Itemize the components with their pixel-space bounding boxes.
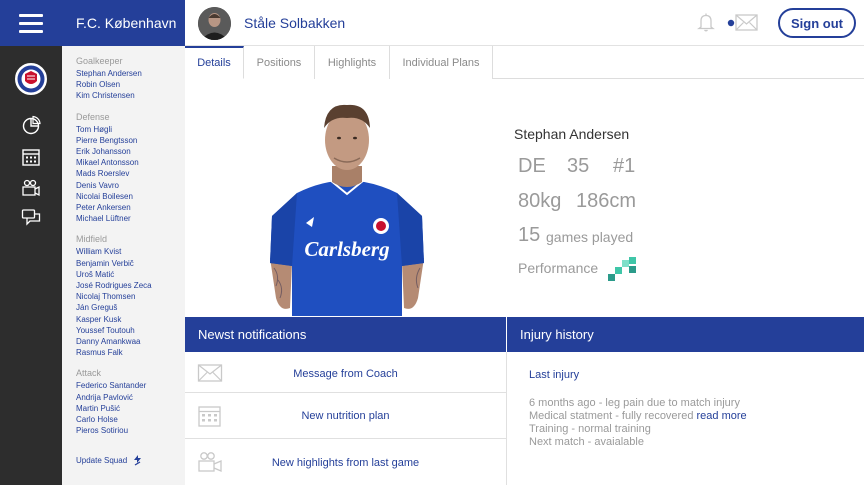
squad-group: Attack Federico Santander Andrija Pavlović…	[62, 368, 185, 436]
squad-group-title: Goalkeeper	[76, 56, 123, 66]
squad-player-link[interactable]: Andrija Pavlović	[76, 392, 185, 403]
squad-group-title: Defense	[76, 111, 110, 122]
squad-player-link[interactable]: Uroš Matić	[76, 269, 185, 280]
chat-bubbles-icon[interactable]	[21, 207, 41, 227]
mail-envelope-icon[interactable]	[727, 13, 759, 33]
squad-player-link[interactable]: Nicolaj Thomsen	[76, 291, 185, 302]
squad-player-link[interactable]: Kim Christensen	[76, 90, 185, 101]
update-squad-label: Update Squad	[76, 455, 128, 465]
performance-trend-icon[interactable]	[607, 256, 637, 284]
squad-player-link[interactable]: Ján Greguš	[76, 302, 185, 313]
refresh-arrows-icon	[134, 455, 142, 466]
club-crest-logo[interactable]	[15, 63, 47, 95]
squad-player-link[interactable]: Tom Høgli	[76, 124, 185, 135]
last-injury-title: Last injury	[529, 369, 580, 381]
notification-item[interactable]: Message from Coach	[185, 352, 506, 393]
notification-text: New nutrition plan	[301, 410, 390, 422]
app: F.C. København Goalkeeper Stephan Anderse…	[0, 0, 864, 485]
pie-chart-icon[interactable]	[21, 115, 41, 135]
squad-player-link[interactable]: Robin Olsen	[76, 79, 185, 90]
player-age: 35	[567, 155, 590, 177]
injury-history-header: Injury history	[507, 317, 864, 352]
team-name: F.C. København	[62, 0, 185, 46]
injury-history-body: Last injury 6 months ago - leg pain due …	[529, 369, 849, 449]
squad-player-link[interactable]: Carlo Holse	[76, 414, 185, 425]
squad-player-link[interactable]: Mikael Antonsson	[76, 157, 185, 168]
video-camera-icon[interactable]	[21, 178, 41, 198]
notification-text: New highlights from last game	[271, 457, 420, 469]
profile-tabs: Details Positions Highlights Individual …	[185, 46, 864, 79]
tab-positions[interactable]: Positions	[244, 46, 315, 79]
player-photo: Carlsberg	[270, 104, 424, 316]
squad-group-title: Attack	[76, 368, 102, 379]
squad-player-link[interactable]: Erik Johansson	[76, 146, 185, 157]
player-position: DE	[518, 155, 546, 177]
squad-player-link[interactable]: Pieros Sotiriou	[76, 425, 185, 436]
squad-player-link[interactable]: Pierre Bengtsson	[76, 135, 185, 146]
squad-player-link[interactable]: Federico Santander	[76, 380, 185, 391]
squad-group: Midfield William Kvist Benjamin Verbič Uroš…	[62, 234, 185, 358]
calendar-icon[interactable]	[21, 147, 41, 167]
squad-player-link[interactable]: Danny Amankwaa	[76, 336, 185, 347]
performance-label: Performance	[518, 260, 599, 276]
top-header: Ståle Solbakken Sign out	[185, 0, 864, 46]
squad-group: Goalkeeper Stephan Andersen Robin Olsen Kim…	[62, 56, 185, 102]
read-more-link[interactable]: read more	[697, 410, 747, 422]
hamburger-bar	[19, 29, 43, 33]
games-played-label: games played	[546, 229, 634, 245]
notification-item[interactable]: New highlights from last game	[185, 439, 506, 485]
squad-groups: Goalkeeper Stephan Andersen Robin Olsen Kim…	[62, 56, 185, 436]
tab-details[interactable]: Details	[185, 46, 244, 79]
player-weight: 80kg	[518, 190, 562, 212]
tab-individual-plans[interactable]: Individual Plans	[390, 46, 493, 79]
squad-player-link[interactable]: Rasmus Falk	[76, 347, 185, 358]
squad-player-link[interactable]: Stephan Andersen	[76, 68, 185, 79]
medical-statement-text: Medical statment - fully recovered	[529, 410, 694, 422]
games-played-count: 15	[518, 224, 541, 246]
sign-out-button[interactable]: Sign out	[778, 8, 856, 38]
hamburger-bar	[19, 13, 43, 17]
squad-sidebar: F.C. København Goalkeeper Stephan Anderse…	[62, 0, 185, 485]
player-height: 186cm	[576, 190, 637, 212]
player-name: Stephan Andersen	[514, 126, 630, 142]
squad-player-link[interactable]: Benjamin Verbič	[76, 258, 185, 269]
training-status: Training - normal training	[529, 423, 651, 435]
injury-description: 6 months ago - leg pain due to match inj…	[529, 397, 740, 409]
medical-statement-line: Medical statment - fully recovered read …	[529, 410, 849, 423]
squad-player-link[interactable]: Mads Roerslev	[76, 168, 185, 179]
notification-item[interactable]: New nutrition plan	[185, 393, 506, 439]
squad-player-link[interactable]: Kasper Kusk	[76, 314, 185, 325]
tab-highlights[interactable]: Highlights	[315, 46, 390, 79]
squad-player-link[interactable]: Youssef Toutouh	[76, 325, 185, 336]
squad-player-link[interactable]: William Kvist	[76, 246, 185, 257]
coach-name: Ståle Solbakken	[244, 15, 346, 31]
squad-player-link[interactable]: Martin Pušić	[76, 403, 185, 414]
notifications-header: Newst notifications	[185, 317, 506, 352]
squad-player-link[interactable]: Denis Vavro	[76, 180, 185, 191]
notification-text: Message from Coach	[293, 368, 398, 380]
squad-player-link[interactable]: Michael Lüftner	[76, 213, 185, 224]
squad-player-link[interactable]: José Rodrigues Zeca	[76, 280, 185, 291]
coach-avatar[interactable]	[198, 7, 231, 40]
icon-rail	[0, 0, 62, 485]
notification-bell-icon[interactable]	[696, 12, 716, 32]
next-match-status: Next match - avaialable	[529, 436, 644, 448]
hamburger-bar	[19, 21, 43, 25]
squad-group: Defense Tom Høgli Pierre Bengtsson Erik Joh…	[62, 112, 185, 225]
squad-group-title: Midfield	[76, 234, 108, 245]
panel-divider	[506, 352, 507, 485]
squad-player-link[interactable]: Peter Ankersen	[76, 202, 185, 213]
shirt-sponsor-text: Carlsberg	[304, 237, 389, 261]
update-squad-button[interactable]: Update Squad	[76, 454, 142, 466]
squad-player-link[interactable]: Nicolai Boilesen	[76, 191, 185, 202]
player-number: #1	[613, 155, 636, 177]
hamburger-menu-button[interactable]	[0, 0, 62, 46]
